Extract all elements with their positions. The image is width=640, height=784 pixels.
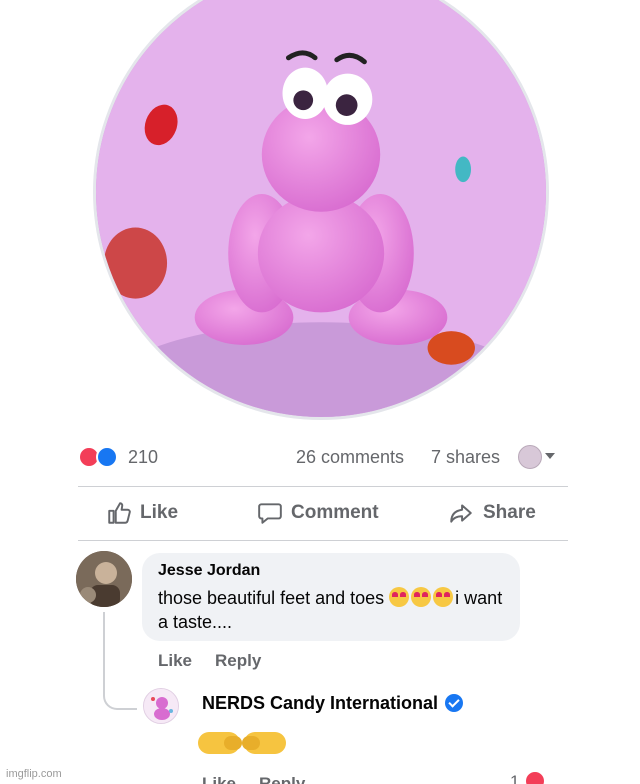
watermark: imgflip.com <box>6 768 62 780</box>
comment-bubble: Jesse Jordan those beautiful feet and to… <box>142 553 520 641</box>
share-button[interactable]: Share <box>447 496 536 530</box>
shares-count[interactable]: 7 shares <box>431 447 500 468</box>
thumbs-up-icon <box>108 502 131 524</box>
verified-badge-icon <box>445 694 463 712</box>
nerds-character-image <box>96 0 546 417</box>
comment-text: those beautiful feet and toes i want a t… <box>158 586 508 634</box>
reply-thread-line <box>103 612 137 710</box>
share-button-label: Share <box>483 502 536 523</box>
profile-picture[interactable] <box>93 0 549 420</box>
reply-author[interactable]: NERDS Candy International <box>202 693 438 714</box>
reply-like-button[interactable]: Like <box>202 774 236 784</box>
like-button[interactable]: Like <box>106 496 178 530</box>
pointing-right-hand-icon <box>198 732 242 754</box>
nerds-avatar[interactable] <box>143 688 179 724</box>
pointing-hands-emoji <box>198 728 290 762</box>
heart-eyes-emoji-icon <box>433 587 454 607</box>
chevron-down-icon[interactable] <box>545 453 555 459</box>
comment-author[interactable]: Jesse Jordan <box>158 562 504 580</box>
love-reaction-icon <box>524 770 546 784</box>
comment-text-start: those beautiful feet and toes <box>158 588 390 608</box>
commenter-avatar[interactable] <box>76 551 132 607</box>
divider <box>78 540 568 541</box>
divider <box>78 486 568 487</box>
comment-bubble-icon <box>258 503 282 524</box>
like-reaction-icon <box>96 446 118 468</box>
reaction-summary: 210 26 comments 7 shares <box>78 444 568 472</box>
share-arrow-icon <box>450 504 472 523</box>
comments-count[interactable]: 26 comments <box>296 447 404 468</box>
pointing-left-hand-icon <box>242 732 286 754</box>
like-button-label: Like <box>140 502 179 523</box>
nerds-logo-icon <box>144 689 178 723</box>
reaction-count[interactable]: 210 <box>128 447 158 468</box>
heart-eyes-emoji-icon <box>389 587 410 607</box>
comment-button-label: Comment <box>291 502 379 523</box>
comment-reply-button[interactable]: Reply <box>215 651 261 671</box>
viewer-avatar[interactable] <box>518 445 542 469</box>
reaction-icons[interactable] <box>78 446 118 468</box>
heart-eyes-emoji-icon <box>411 587 432 607</box>
reply-reaction-count[interactable]: 1 <box>510 772 519 784</box>
comment-button[interactable]: Comment <box>257 496 379 530</box>
reply-reply-button[interactable]: Reply <box>259 774 305 784</box>
comment-like-button[interactable]: Like <box>158 651 192 671</box>
profile-photo <box>76 551 132 607</box>
